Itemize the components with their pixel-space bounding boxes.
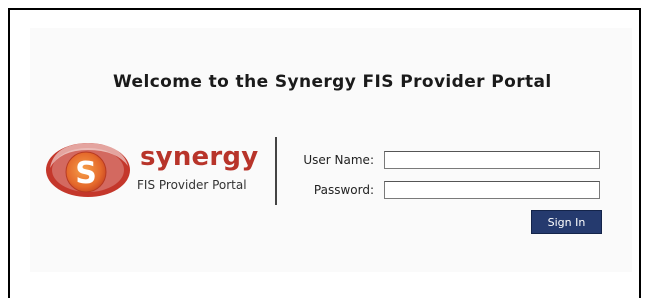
sign-in-button[interactable]: Sign In [531, 210, 602, 234]
vertical-divider [275, 137, 277, 205]
username-label: User Name: [303, 153, 374, 167]
password-input[interactable] [384, 181, 600, 199]
logo-letter: S [75, 156, 97, 191]
username-input[interactable] [384, 151, 600, 169]
brand-name: synergy [140, 142, 259, 172]
password-label: Password: [313, 183, 374, 197]
brand-subtitle: FIS Provider Portal [137, 178, 247, 192]
welcome-heading: Welcome to the Synergy FIS Provider Port… [113, 72, 552, 92]
synergy-logo-icon: S [46, 143, 130, 197]
